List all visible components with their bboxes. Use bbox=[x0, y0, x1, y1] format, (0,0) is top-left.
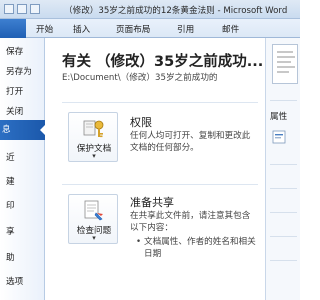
prepare-sharing-bullet: 文档属性、作者的姓名和相关日期 bbox=[136, 236, 258, 260]
divider bbox=[270, 260, 297, 261]
nav-item-new[interactable]: 建 bbox=[0, 172, 45, 192]
document-properties-icon bbox=[272, 130, 286, 144]
protect-document-button[interactable]: 保护文档 ▾ bbox=[68, 112, 118, 162]
divider bbox=[270, 100, 297, 101]
nav-item-print[interactable]: 印 bbox=[0, 196, 45, 216]
divider bbox=[270, 164, 297, 165]
check-for-issues-button[interactable]: 检查问题 ▾ bbox=[68, 194, 118, 244]
window-title: （修改）35岁之前成功的12条黄金法则 - Microsoft Word bbox=[64, 6, 288, 16]
prepare-sharing-title: 准备共享 bbox=[130, 196, 174, 209]
nav-item-close[interactable]: 关闭 bbox=[0, 102, 45, 122]
key-lock-icon bbox=[83, 120, 104, 138]
chevron-down-icon: ▾ bbox=[92, 152, 96, 160]
save-icon[interactable] bbox=[17, 4, 27, 14]
info-panel: 有关 （修改）35岁之前成功... E:\Document\（修改）35岁之前成… bbox=[46, 38, 265, 300]
nav-item-help[interactable]: 助 bbox=[0, 248, 45, 268]
nav-item-share[interactable]: 享 bbox=[0, 222, 45, 242]
tab-insert[interactable]: 插入 bbox=[73, 23, 90, 35]
permissions-description: 任何人均可打开、复制和更改此文档的任何部分。 bbox=[130, 131, 251, 153]
tab-mailings[interactable]: 邮件 bbox=[222, 23, 239, 35]
backstage-nav: 保存 另存为 打开 关闭 息 近 建 印 享 助 选项 bbox=[0, 38, 45, 300]
nav-item-open[interactable]: 打开 bbox=[0, 82, 45, 102]
divider bbox=[62, 102, 258, 103]
permissions-title: 权限 bbox=[130, 116, 152, 129]
document-title: 有关 （修改）35岁之前成功... bbox=[62, 54, 264, 70]
chevron-down-icon: ▾ bbox=[92, 234, 96, 242]
document-path: E:\Document\（修改）35岁之前成功的 bbox=[62, 73, 218, 83]
title-bar: （修改）35岁之前成功的12条黄金法则 - Microsoft Word bbox=[0, 0, 300, 19]
word-icon[interactable] bbox=[4, 4, 14, 14]
tab-page-layout[interactable]: 页面布局 bbox=[116, 23, 150, 35]
divider bbox=[270, 188, 297, 189]
tab-file[interactable] bbox=[0, 19, 26, 38]
divider bbox=[270, 236, 297, 237]
nav-item-info[interactable]: 息 bbox=[0, 120, 45, 140]
prepare-sharing-description: 在共享此文件前，请注意其包含以下内容： bbox=[130, 211, 251, 233]
quick-access-toolbar bbox=[4, 4, 43, 14]
nav-item-save[interactable]: 保存 bbox=[0, 42, 45, 62]
inspect-document-icon bbox=[84, 200, 103, 221]
ribbon-tabs: 开始 插入 页面布局 引用 邮件 bbox=[0, 19, 300, 38]
tab-references[interactable]: 引用 bbox=[177, 23, 194, 35]
divider bbox=[270, 212, 297, 213]
nav-item-save-as[interactable]: 另存为 bbox=[0, 62, 45, 82]
nav-item-recent[interactable]: 近 bbox=[0, 148, 45, 168]
divider bbox=[62, 184, 258, 185]
tab-home[interactable]: 开始 bbox=[36, 23, 53, 35]
properties-dropdown[interactable]: 属性 bbox=[270, 110, 287, 122]
undo-icon[interactable] bbox=[30, 4, 40, 14]
properties-pane: 属性 上次 bbox=[265, 38, 300, 300]
nav-item-options[interactable]: 选项 bbox=[0, 272, 45, 292]
document-thumbnail bbox=[272, 44, 298, 84]
